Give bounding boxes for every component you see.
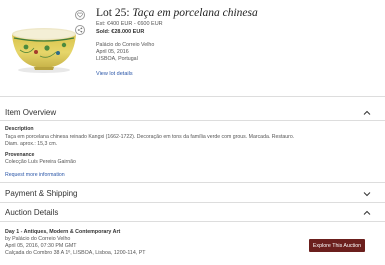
divider — [0, 96, 385, 97]
auction-details-header[interactable]: Auction Details — [0, 206, 385, 220]
chevron-up-icon — [363, 210, 371, 215]
request-more-info-link[interactable]: Request more information — [5, 172, 65, 178]
chevron-down-icon — [363, 192, 371, 197]
divider — [0, 202, 385, 203]
provenance-text: Colecção Luís Pereira Gairnão — [5, 159, 76, 165]
venue-date: April 05, 2016 — [96, 49, 129, 56]
section-title: Payment & Shipping — [5, 189, 78, 198]
description-line: Diam. aprox.: 15,3 cm. — [5, 141, 58, 147]
lot-number: Lot 25: — [96, 7, 130, 19]
lot-name: Taça em porcelana chinesa — [132, 7, 258, 19]
description-text: Taça em porcelana chinesa reinado Kangxi… — [5, 134, 294, 148]
section-title: Item Overview — [5, 108, 57, 117]
description-line: Taça em porcelana chinesa reinado Kangxi… — [5, 134, 295, 140]
divider — [0, 221, 385, 222]
favorite-button[interactable] — [75, 10, 85, 20]
venue-name: Palácio do Correio Velho — [96, 42, 155, 48]
divider — [0, 120, 385, 121]
view-lot-details-link[interactable]: View lot details — [96, 71, 133, 77]
auction-title: Day 1 - Antiques, Modern & Contemporary … — [5, 229, 121, 235]
description-label: Description — [5, 126, 34, 132]
item-overview-header[interactable]: Item Overview — [0, 106, 385, 120]
provenance-label: Provenance — [5, 152, 35, 158]
lot-title: Lot 25: Taça em porcelana chinesa — [96, 7, 258, 19]
auction-address: Calçada do Combro 38 A 1º, LISBOA, Lisbo… — [5, 249, 146, 256]
section-title: Auction Details — [5, 208, 59, 217]
lot-venue-info: Palácio do Correio Velho April 05, 2016 … — [96, 42, 154, 64]
lot-sold-price: Sold: €28.000 EUR — [96, 29, 145, 35]
auction-date: April 05, 2016, 07:30 PM GMT — [5, 242, 77, 249]
explore-auction-button[interactable]: Explore This Auction — [309, 239, 365, 252]
payment-shipping-header[interactable]: Payment & Shipping — [0, 187, 385, 201]
chevron-up-icon — [363, 110, 371, 115]
auction-info: by Palácio do Correio Velho April 05, 20… — [5, 236, 146, 256]
heart-icon — [77, 12, 83, 18]
divider — [0, 182, 385, 183]
share-button[interactable] — [75, 25, 85, 35]
venue-location: LISBOA, Portugal — [96, 56, 138, 63]
auction-house: by Palácio do Correio Velho — [5, 236, 71, 242]
share-icon — [77, 27, 83, 33]
lot-estimate: Est: €400 EUR - €600 EUR — [96, 21, 163, 27]
